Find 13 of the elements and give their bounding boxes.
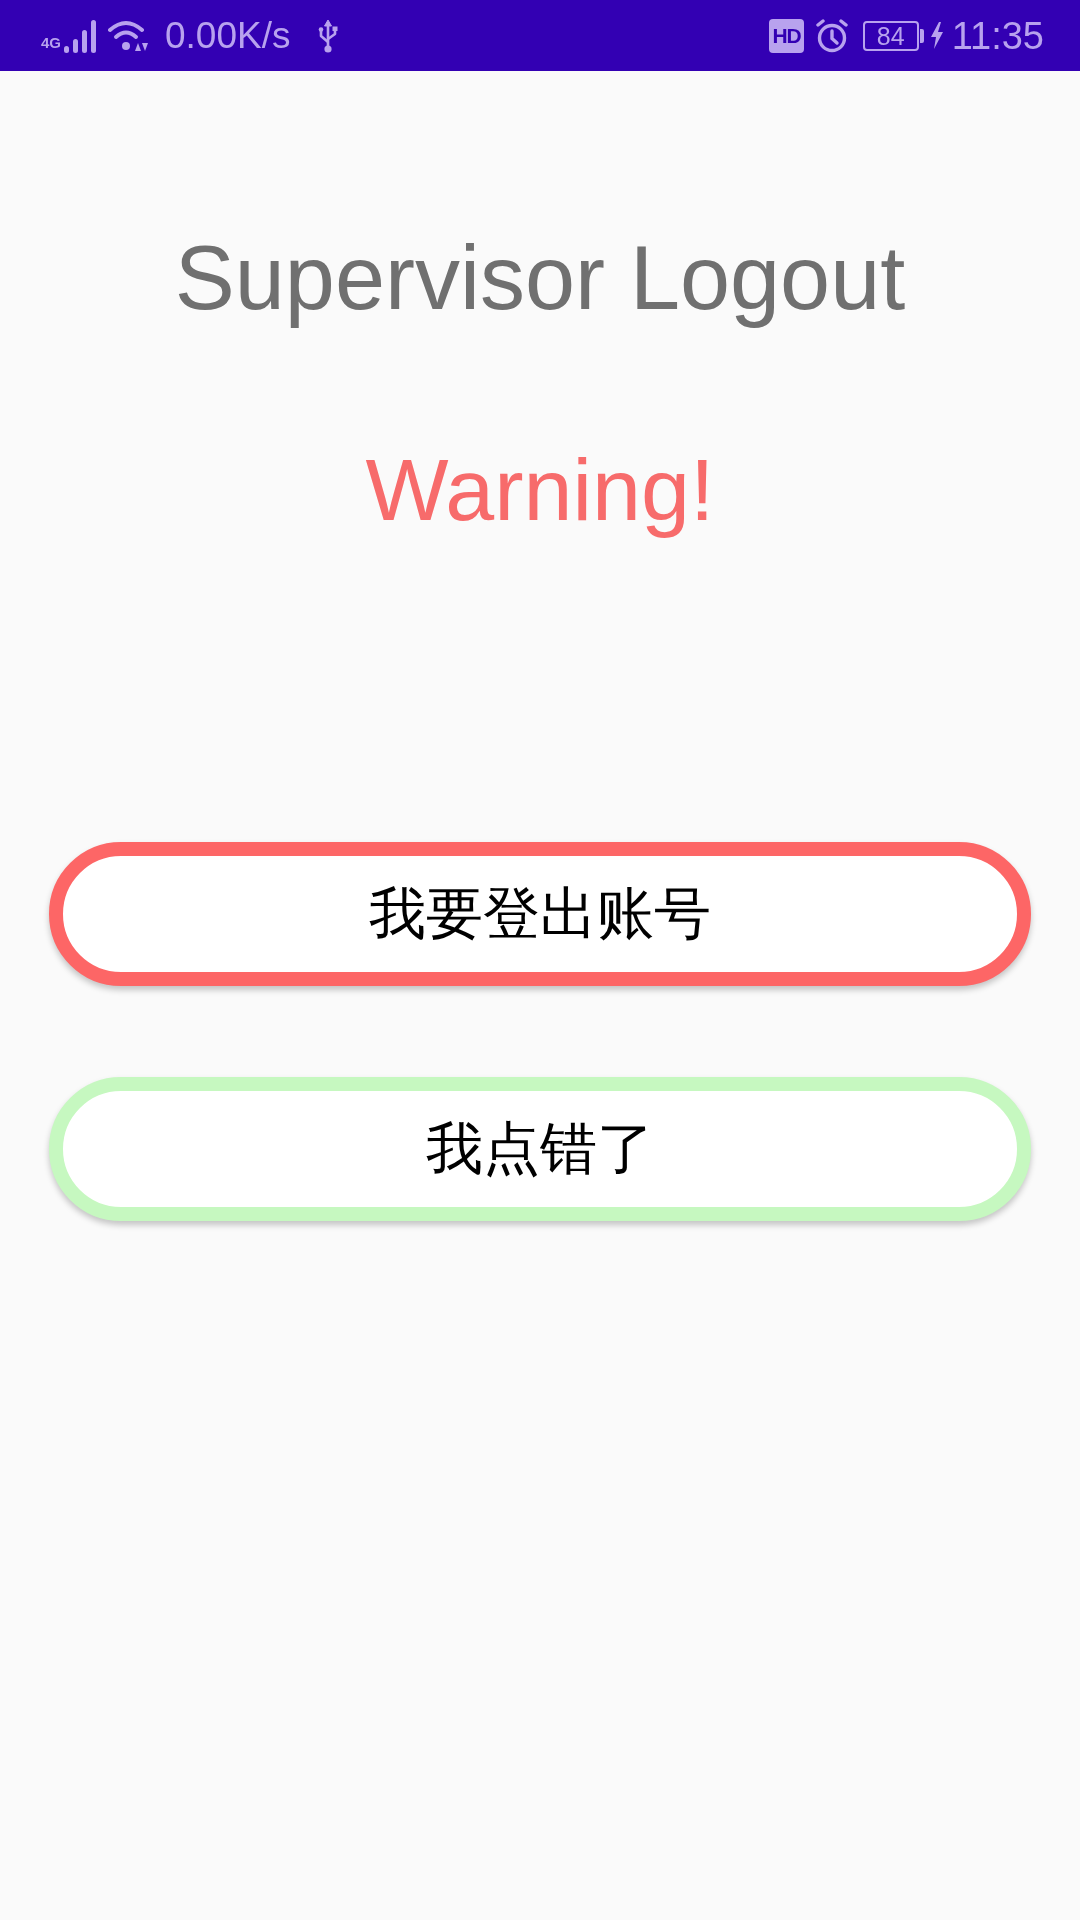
clock-time: 11:35 bbox=[951, 15, 1044, 56]
logout-button[interactable]: 我要登出账号 bbox=[49, 842, 1031, 986]
lightning-bolt-icon bbox=[929, 22, 944, 49]
cancel-button[interactable]: 我点错了 bbox=[49, 1077, 1031, 1221]
network-type-label: 4G bbox=[41, 34, 61, 50]
hd-badge: HD bbox=[769, 18, 804, 53]
page-title: Supervisor Logout bbox=[174, 227, 906, 330]
alarm-clock-icon bbox=[814, 18, 849, 53]
wifi-icon bbox=[108, 19, 148, 52]
battery-percent-text: 84 bbox=[876, 22, 905, 49]
signal-icon bbox=[63, 18, 99, 53]
warning-text: Warning! bbox=[365, 439, 715, 541]
network-speed-text: 0.00K/s bbox=[165, 15, 291, 56]
